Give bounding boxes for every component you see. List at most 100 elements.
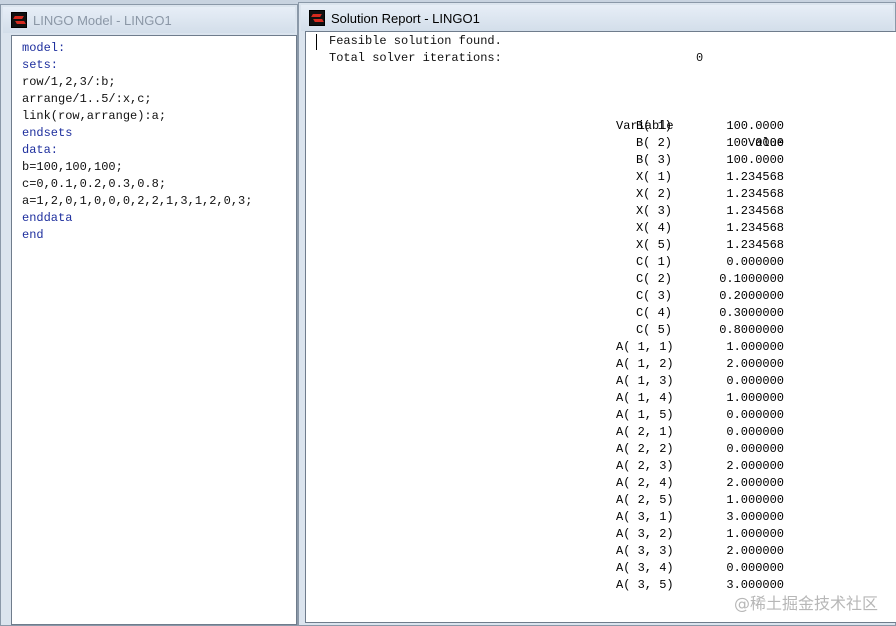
table-row: A( 1, 3) 0.000000	[306, 373, 896, 390]
code-line: end	[22, 228, 44, 242]
variable-cell: A( 2, 2)	[616, 442, 674, 456]
value-cell: 0.2000000	[719, 289, 784, 303]
table-row: A( 1, 4) 1.000000	[306, 390, 896, 407]
report-titlebar[interactable]: Solution Report - LINGO1	[301, 5, 893, 31]
value-cell: 1.234568	[726, 204, 784, 218]
iterations-label: Total solver iterations:	[329, 51, 502, 65]
model-editor[interactable]: model: sets: row/1,2,3/:b; arrange/1..5/:x,…	[11, 35, 297, 625]
model-window: LINGO Model - LINGO1 model: sets: row/1,2,…	[0, 4, 298, 626]
table-row: C( 3) 0.2000000	[306, 288, 896, 305]
value-cell: 2.000000	[726, 459, 784, 473]
variable-cell: X( 4)	[635, 221, 672, 235]
variable-cell: B( 1)	[635, 119, 672, 133]
variable-cell: A( 2, 3)	[616, 459, 674, 473]
table-row: B( 3) 100.0000	[306, 152, 896, 169]
table-row: A( 3, 1) 3.000000	[306, 509, 896, 526]
value-cell: 0.000000	[726, 374, 784, 388]
lingo-app-icon[interactable]	[309, 10, 325, 26]
value-cell: 1.234568	[726, 221, 784, 235]
variable-cell: A( 3, 1)	[616, 510, 674, 524]
value-cell: 0.3000000	[719, 306, 784, 320]
variable-cell: A( 1, 3)	[616, 374, 674, 388]
variable-cell: C( 4)	[635, 306, 672, 320]
model-titlebar[interactable]: LINGO Model - LINGO1	[3, 7, 295, 33]
watermark: @稀土掘金技术社区	[733, 594, 878, 613]
table-row: C( 5) 0.8000000	[306, 322, 896, 339]
value-cell: 0.000000	[726, 561, 784, 575]
variable-cell: A( 1, 1)	[616, 340, 674, 354]
value-cell: 100.0000	[726, 119, 784, 133]
table-row: C( 1) 0.000000	[306, 254, 896, 271]
value-cell: 1.000000	[726, 340, 784, 354]
variable-cell: A( 2, 5)	[616, 493, 674, 507]
table-row: A( 2, 5) 1.000000	[306, 492, 896, 509]
variable-cell: A( 3, 2)	[616, 527, 674, 541]
feasible-status-text: Feasible solution found.	[329, 34, 502, 48]
variable-cell: A( 3, 3)	[616, 544, 674, 558]
table-row: X( 4) 1.234568	[306, 220, 896, 237]
code-line: model:	[22, 41, 66, 55]
value-cell: 2.000000	[726, 357, 784, 371]
table-row: A( 1, 2) 2.000000	[306, 356, 896, 373]
variable-cell: X( 2)	[635, 187, 672, 201]
variable-cell: A( 3, 4)	[616, 561, 674, 575]
table-row: A( 2, 4) 2.000000	[306, 475, 896, 492]
code-line: endsets	[22, 126, 73, 140]
table-header: Variable Value	[306, 101, 896, 150]
code-line: c=0,0.1,0.2,0.3,0.8;	[22, 177, 167, 191]
report-text-area[interactable]: Feasible solution found. Total solver it…	[305, 31, 896, 623]
variable-cell: A( 2, 1)	[616, 425, 674, 439]
value-cell: 100.0000	[726, 136, 784, 150]
table-row: A( 2, 2) 0.000000	[306, 441, 896, 458]
variable-cell: X( 5)	[635, 238, 672, 252]
code-line: link(row,arrange):a;	[22, 109, 167, 123]
table-row: A( 2, 1) 0.000000	[306, 424, 896, 441]
variable-cell: B( 2)	[635, 136, 672, 150]
code-lines: model: sets: row/1,2,3/:b; arrange/1..5/:x,…	[22, 40, 252, 244]
variable-cell: A( 1, 4)	[616, 391, 674, 405]
variable-cell: C( 2)	[635, 272, 672, 286]
code-line: data:	[22, 143, 59, 157]
table-row: A( 3, 2) 1.000000	[306, 526, 896, 543]
report-window: Solution Report - LINGO1 Feasible soluti…	[298, 2, 896, 626]
table-row: X( 1) 1.234568	[306, 169, 896, 186]
code-line: arrange/1..5/:x,c;	[22, 92, 152, 106]
value-cell: 2.000000	[726, 476, 784, 490]
code-line: b=100,100,100;	[22, 160, 123, 174]
variable-cell: B( 3)	[635, 153, 672, 167]
value-cell: 1.000000	[726, 391, 784, 405]
variable-cell: X( 3)	[635, 204, 672, 218]
iterations-value: 0	[696, 51, 704, 65]
table-row: A( 3, 4) 0.000000	[306, 560, 896, 577]
variable-cell: A( 2, 4)	[616, 476, 674, 490]
value-cell: 1.000000	[726, 493, 784, 507]
variable-cell: C( 1)	[635, 255, 672, 269]
table-row: A( 1, 1) 1.000000	[306, 339, 896, 356]
value-cell: 1.234568	[726, 187, 784, 201]
value-cell: 0.8000000	[719, 323, 784, 337]
variable-cell: C( 5)	[635, 323, 672, 337]
table-row: X( 5) 1.234568	[306, 237, 896, 254]
value-cell: 0.1000000	[719, 272, 784, 286]
lingo-app-icon[interactable]	[11, 12, 27, 28]
table-row: B( 2) 100.0000	[306, 135, 896, 152]
value-cell: 0.000000	[726, 425, 784, 439]
value-cell: 0.000000	[726, 408, 784, 422]
value-cell: 1.234568	[726, 170, 784, 184]
table-row: C( 2) 0.1000000	[306, 271, 896, 288]
code-line: a=1,2,0,1,0,0,0,2,2,1,3,1,2,0,3;	[22, 194, 253, 208]
value-cell: 2.000000	[726, 544, 784, 558]
table-row: B( 1) 100.0000	[306, 118, 896, 135]
value-cell: 1.000000	[726, 527, 784, 541]
value-cell: 1.234568	[726, 238, 784, 252]
variable-cell: A( 3, 5)	[616, 578, 674, 592]
value-cell: 0.000000	[726, 255, 784, 269]
variable-cell: A( 1, 2)	[616, 357, 674, 371]
table-row: A( 2, 3) 2.000000	[306, 458, 896, 475]
value-cell: 3.000000	[726, 510, 784, 524]
text-caret	[316, 34, 317, 50]
value-cell: 0.000000	[726, 442, 784, 456]
table-row: X( 3) 1.234568	[306, 203, 896, 220]
table-row: A( 1, 5) 0.000000	[306, 407, 896, 424]
code-line: row/1,2,3/:b;	[22, 75, 116, 89]
